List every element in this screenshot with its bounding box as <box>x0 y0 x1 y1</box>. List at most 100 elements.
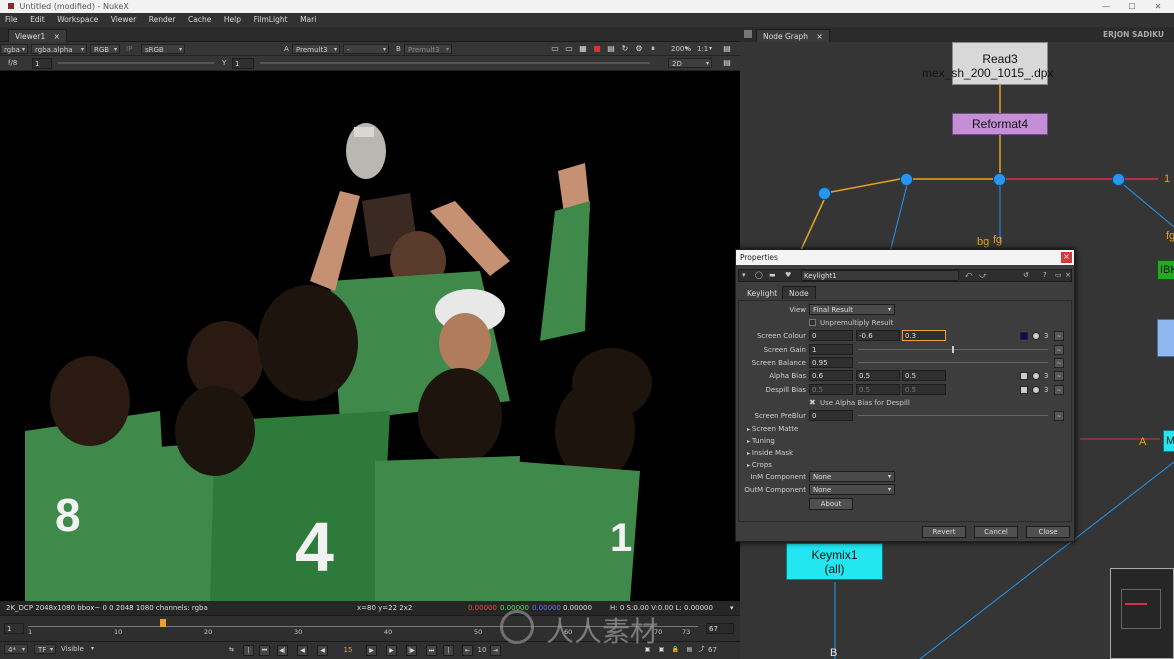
playhead-marker[interactable] <box>160 619 166 627</box>
about-button[interactable]: About <box>809 498 853 510</box>
next-key-icon[interactable]: |▶ <box>406 645 417 656</box>
inm-component-dropdown[interactable]: None <box>809 471 895 482</box>
despill-bias-g[interactable]: 0.5 <box>856 384 900 395</box>
display-channel-dropdown[interactable]: RGB <box>90 44 120 55</box>
node-ibk[interactable]: IBK <box>1157 260 1174 280</box>
settings-icon[interactable]: ⚙ <box>634 44 644 54</box>
gamma-field[interactable]: 1 <box>232 58 254 69</box>
float-panel-icon[interactable]: ▭ <box>1055 271 1062 279</box>
mask-icon[interactable]: ▦ <box>578 44 588 54</box>
screen-gain-field[interactable]: 1 <box>809 344 853 355</box>
screen-balance-anim-icon[interactable]: ~ <box>1054 358 1064 368</box>
gamma-slider[interactable] <box>260 62 650 64</box>
dot-node-4[interactable] <box>818 187 831 200</box>
wipe-mode-dropdown[interactable]: - <box>343 44 389 55</box>
view-mode-dropdown[interactable]: 2D <box>668 58 712 69</box>
screen-colour-r[interactable]: 0 <box>809 330 853 341</box>
clip-warning-icon[interactable]: ■ <box>592 44 602 54</box>
screen-colour-count[interactable]: 3 <box>1044 330 1048 342</box>
panel-node-icon[interactable]: ♥ <box>785 271 791 279</box>
despill-bias-anim-icon[interactable]: ~ <box>1054 385 1064 395</box>
maximize-icon[interactable]: ☐ <box>1120 0 1144 13</box>
status-menu-icon[interactable]: ▾ <box>730 601 734 615</box>
cache-icon[interactable]: ▤ <box>684 645 695 656</box>
alpha-bias-anim-icon[interactable]: ~ <box>1054 371 1064 381</box>
in-point-icon[interactable]: | <box>243 645 254 656</box>
viewer-options-icon[interactable]: ▤ <box>722 58 732 68</box>
node-name-field[interactable]: Keylight1 <box>801 270 959 281</box>
input-b-dropdown[interactable]: Premult3 <box>404 44 452 55</box>
ratio-dropdown[interactable]: 1:1 <box>694 44 714 54</box>
screen-preblur-slider[interactable] <box>858 415 1048 416</box>
dot-node-2[interactable] <box>993 173 1006 186</box>
loop-icon[interactable]: ⇆ <box>226 645 237 656</box>
step-field[interactable]: 10 <box>476 645 488 656</box>
menu-file[interactable]: File <box>0 13 23 27</box>
node-keymix1[interactable]: Keymix1 (all) <box>786 543 883 580</box>
despill-bias-swatch[interactable] <box>1020 386 1028 394</box>
out-point-icon[interactable]: | <box>443 645 454 656</box>
pause-icon[interactable]: ⏸ <box>648 44 658 54</box>
next-frame-icon[interactable]: ▶ <box>386 645 397 656</box>
alpha-bias-count[interactable]: 3 <box>1044 370 1048 382</box>
viewer-canvas[interactable]: 8 4 1 <box>0 71 740 601</box>
screen-colour-anim-icon[interactable]: ~ <box>1054 331 1064 341</box>
alpha-bias-g[interactable]: 0.5 <box>856 370 900 381</box>
zoom-dropdown[interactable]: 200% <box>668 44 691 54</box>
menu-render[interactable]: Render <box>144 13 181 27</box>
despill-bias-b[interactable]: 0.5 <box>902 384 946 395</box>
menu-viewer[interactable]: Viewer <box>106 13 142 27</box>
panel-node-color-icon[interactable]: ▬ <box>769 271 776 279</box>
screen-colour-b[interactable]: 0.3 <box>902 330 946 341</box>
gain-field[interactable]: 1 <box>32 58 52 69</box>
screen-colour-swatch[interactable] <box>1020 332 1028 340</box>
export-icon[interactable]: ⤴ <box>696 645 707 656</box>
node-reformat4[interactable]: Reformat4 <box>952 113 1048 135</box>
unpremultiply-checkbox[interactable] <box>809 319 816 326</box>
step-forward-icon[interactable]: ⇥ <box>490 645 501 656</box>
close-button[interactable]: Close <box>1026 526 1070 538</box>
dot-node-1[interactable] <box>900 173 913 186</box>
fps-mode-dropdown[interactable]: TF <box>34 644 56 655</box>
menu-filmlight[interactable]: FilmLight <box>249 13 293 27</box>
panel-collapse-icon[interactable]: ▾ <box>742 271 746 279</box>
visible-range-dropdown[interactable]: Visible <box>58 644 96 654</box>
timeline-end-field[interactable]: 67 <box>706 623 734 634</box>
close-panel-icon[interactable]: × <box>1065 271 1071 279</box>
screen-colour-picker-icon[interactable] <box>1032 332 1040 340</box>
play-backward-icon[interactable]: ◀ <box>317 645 328 656</box>
menu-workspace[interactable]: Workspace <box>52 13 103 27</box>
alpha-bias-picker-icon[interactable] <box>1032 372 1040 380</box>
screen-gain-anim-icon[interactable]: ~ <box>1054 345 1064 355</box>
current-frame-field[interactable]: 15 <box>338 645 358 656</box>
outm-component-dropdown[interactable]: None <box>809 484 895 495</box>
alpha-bias-b[interactable]: 0.5 <box>902 370 946 381</box>
screen-colour-g[interactable]: -0.6 <box>856 330 900 341</box>
screen-balance-slider[interactable] <box>858 362 1048 363</box>
pause-update-icon[interactable]: ▤ <box>606 44 616 54</box>
play-forward-icon[interactable]: ▶ <box>366 645 377 656</box>
view-dropdown[interactable]: Final Result <box>809 304 895 315</box>
panel-float-icon[interactable]: ◯ <box>755 271 763 279</box>
tab-close-icon[interactable]: × <box>54 32 60 41</box>
screen-balance-field[interactable]: 0.95 <box>809 357 853 368</box>
revert-icon[interactable]: ↺ <box>1023 271 1029 279</box>
first-frame-icon[interactable]: ⏮ <box>259 645 270 656</box>
input-a-dropdown[interactable]: Premult3 <box>292 44 340 55</box>
node-partial-blue[interactable] <box>1157 319 1174 357</box>
use-alpha-bias-checkbox[interactable]: ✖ <box>809 398 816 408</box>
tab-close-icon[interactable]: × <box>816 32 822 41</box>
pane-menu-icon[interactable] <box>744 30 752 38</box>
lock-icon[interactable]: 🔒 <box>670 645 681 656</box>
last-frame-icon[interactable]: ⏭ <box>426 645 437 656</box>
lut-dropdown[interactable]: sRGB <box>141 44 185 55</box>
screen-preblur-anim-icon[interactable]: ~ <box>1054 411 1064 421</box>
step-back-icon[interactable]: ⇤ <box>462 645 473 656</box>
prev-frame-icon[interactable]: ◀ <box>297 645 308 656</box>
alpha-bias-r[interactable]: 0.6 <box>809 370 853 381</box>
channels-dropdown[interactable]: rgba <box>0 44 28 55</box>
properties-close-icon[interactable]: × <box>1061 252 1072 263</box>
dot-node-3[interactable] <box>1112 173 1125 186</box>
ip-toggle[interactable]: IP <box>126 42 132 56</box>
prev-key-icon[interactable]: ◀| <box>277 645 288 656</box>
